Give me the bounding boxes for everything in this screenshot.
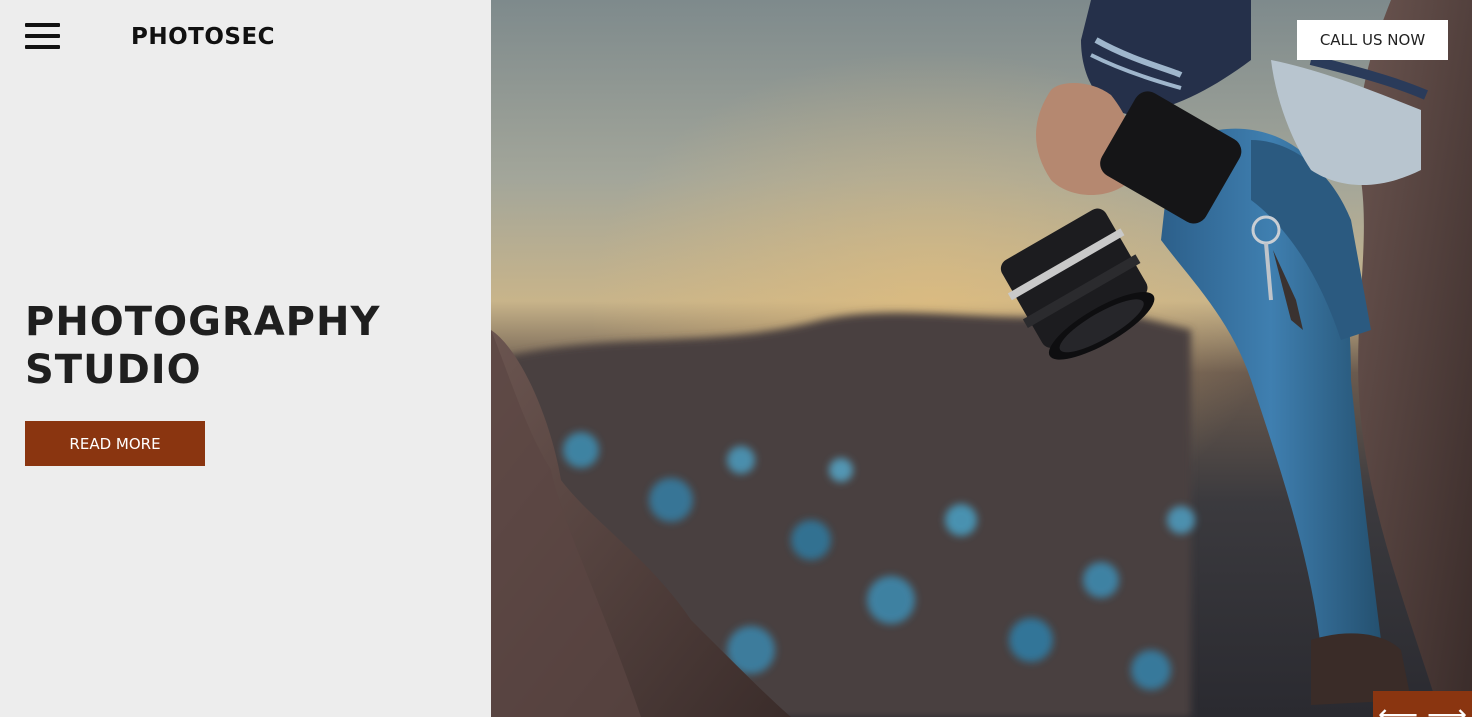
brand-logo[interactable]: PHOTOSEC: [131, 24, 275, 50]
arrow-left-icon[interactable]: ⟵: [1378, 701, 1418, 717]
left-panel: PHOTOSEC PHOTOGRAPHY STUDIO READ MORE: [0, 0, 491, 717]
hero-title-line-1: PHOTOGRAPHY: [25, 299, 381, 345]
arrow-right-icon[interactable]: ⟶: [1427, 701, 1467, 717]
slider-navigation: ⟵ ⟶: [1373, 691, 1472, 717]
hero-image: [491, 0, 1472, 717]
call-us-now-button[interactable]: CALL US NOW: [1297, 20, 1448, 60]
menu-bar: [25, 34, 60, 38]
menu-bar: [25, 23, 60, 27]
page: PHOTOSEC PHOTOGRAPHY STUDIO READ MORE CA…: [0, 0, 1472, 717]
photographer-with-camera-image: [491, 0, 1472, 717]
hero-title-line-2: STUDIO: [25, 347, 202, 393]
read-more-button[interactable]: READ MORE: [25, 421, 205, 466]
hamburger-menu-icon[interactable]: [25, 23, 60, 50]
hero-title: PHOTOGRAPHY STUDIO: [25, 298, 380, 394]
menu-bar: [25, 45, 60, 49]
